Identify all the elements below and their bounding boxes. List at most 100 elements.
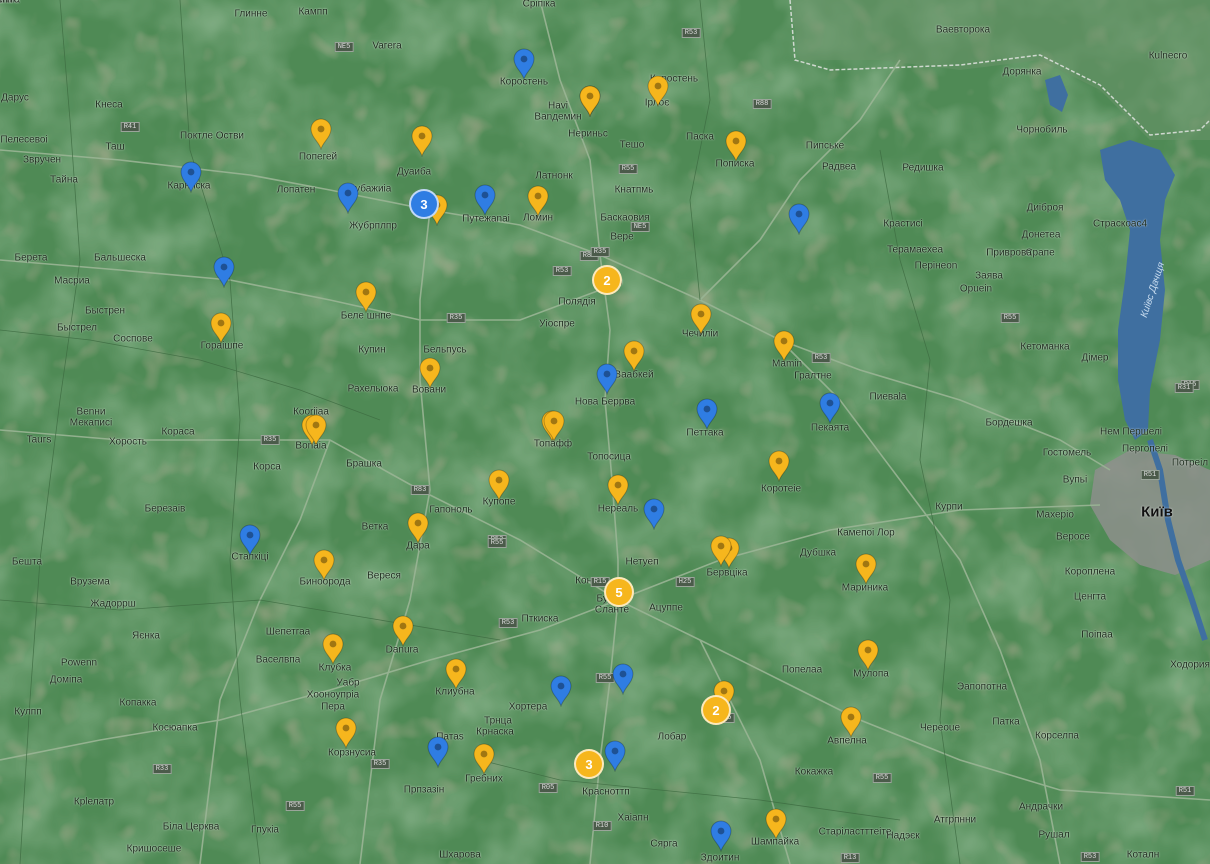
place-label: Таш <box>105 141 125 153</box>
map-marker-yellow[interactable] <box>578 85 602 117</box>
map-marker-yellow[interactable] <box>406 512 430 544</box>
marker-cluster[interactable]: 3 <box>574 749 604 779</box>
map-marker-blue[interactable] <box>642 498 666 530</box>
place-label: Дімер <box>1081 352 1109 364</box>
place-label: Нетуеп <box>625 556 659 568</box>
place-label: Курпи <box>935 501 963 513</box>
road-shield: NE5 <box>630 222 650 232</box>
map-marker-yellow[interactable] <box>334 717 358 749</box>
map-marker-blue[interactable] <box>238 524 262 556</box>
map-marker-yellow[interactable] <box>487 469 511 501</box>
place-label: Атгрпнни <box>933 814 977 826</box>
map-marker-yellow[interactable] <box>472 743 496 775</box>
place-label: Редишка <box>902 162 944 174</box>
road-shield: R55 <box>285 801 305 811</box>
map-marker-blue[interactable] <box>709 820 733 852</box>
road-shield: R53 <box>1080 852 1100 862</box>
road-shield: R53 <box>681 28 701 38</box>
map-marker-blue[interactable] <box>512 48 536 80</box>
map-marker-blue[interactable] <box>787 203 811 235</box>
place-label: Кulnecro <box>1148 50 1188 62</box>
marker-cluster[interactable]: 2 <box>701 695 731 725</box>
place-label: Паска <box>686 131 714 143</box>
place-label: Орuеіn <box>959 283 993 295</box>
map-marker-blue[interactable] <box>611 663 635 695</box>
place-label: Ветка <box>361 521 389 533</box>
map-marker-blue[interactable] <box>179 161 203 193</box>
map-marker-blue[interactable] <box>336 182 360 214</box>
road-shield: R51 <box>1140 470 1160 480</box>
place-label: Крнаска <box>476 726 514 738</box>
map-marker-blue[interactable] <box>212 256 236 288</box>
place-label: Дуаиба <box>396 166 432 178</box>
place-label: Косюапка <box>152 722 198 734</box>
place-label: Заява <box>975 270 1003 282</box>
place-label: Череоuе <box>919 722 961 734</box>
place-label: Бервціка <box>706 567 748 579</box>
road-shield: R35 <box>590 247 610 257</box>
place-label: Камепоі Лор <box>837 527 895 539</box>
place-label: Лопатен <box>276 184 316 196</box>
place-label: Брашка <box>346 458 382 470</box>
map-marker-yellow[interactable] <box>391 615 415 647</box>
map-marker-blue[interactable] <box>473 184 497 216</box>
marker-cluster[interactable]: 5 <box>604 577 634 607</box>
map-marker-yellow[interactable] <box>304 414 328 446</box>
map-marker-yellow[interactable] <box>772 330 796 362</box>
place-label: Бальшеска <box>94 252 146 264</box>
place-label: Топосица <box>587 451 631 463</box>
map-marker-yellow[interactable] <box>606 474 630 506</box>
map-marker-blue[interactable] <box>695 398 719 430</box>
map-marker-yellow[interactable] <box>526 185 550 217</box>
place-label: Вереся <box>367 570 401 582</box>
map-marker-yellow[interactable] <box>854 553 878 585</box>
place-label: Powenn <box>60 657 98 669</box>
place-label: Пекаята <box>810 422 850 434</box>
place-label: Гпукіа <box>251 824 279 836</box>
map-marker-yellow[interactable] <box>646 75 670 107</box>
map-marker-yellow[interactable] <box>418 357 442 389</box>
marker-cluster[interactable]: 3 <box>409 189 439 219</box>
map-marker-yellow[interactable] <box>542 410 566 442</box>
map-marker-yellow[interactable] <box>622 340 646 372</box>
place-label: Кокажка <box>794 766 834 778</box>
map-marker-yellow[interactable] <box>767 450 791 482</box>
map-marker-yellow[interactable] <box>709 535 733 567</box>
map-marker-yellow[interactable] <box>856 639 880 671</box>
map-marker-yellow[interactable] <box>410 125 434 157</box>
map-marker-yellow[interactable] <box>689 303 713 335</box>
map-marker-yellow[interactable] <box>309 118 333 150</box>
map-marker-yellow[interactable] <box>764 808 788 840</box>
map-marker-yellow[interactable] <box>354 281 378 313</box>
map-marker-blue[interactable] <box>818 392 842 424</box>
map-marker-yellow[interactable] <box>839 706 863 738</box>
place-label: Красноттп <box>582 786 630 798</box>
place-label: Кулпп <box>14 706 42 718</box>
map-canvas[interactable]: Глинне Кампп Vaгеra Сріпіка Ваевторока Кulnec… <box>0 0 1210 864</box>
place-label: Ходория <box>1170 659 1210 671</box>
map-marker-blue[interactable] <box>595 363 619 395</box>
place-label: Корса <box>253 461 281 473</box>
map-marker-yellow[interactable] <box>444 658 468 690</box>
place-label: Диіброя <box>1026 202 1064 214</box>
place-label: Гапоноль <box>429 504 473 516</box>
marker-cluster[interactable]: 2 <box>592 265 622 295</box>
road-shield: R55 <box>1000 313 1020 323</box>
place-label: Корселпа <box>1035 730 1079 742</box>
map-marker-yellow[interactable] <box>724 130 748 162</box>
map-marker-yellow[interactable] <box>312 549 336 581</box>
place-label: Кораса <box>161 426 195 438</box>
map-marker-yellow[interactable] <box>321 633 345 665</box>
place-label: Хортера <box>508 701 548 713</box>
place-label: Сосповe <box>113 333 153 345</box>
place-label: Веnни <box>76 406 106 418</box>
map-marker-yellow[interactable] <box>209 312 233 344</box>
place-label: Купин <box>358 344 386 356</box>
place-label: Мекаписі <box>69 417 113 429</box>
city-label-kyiv: Київ <box>1141 503 1173 521</box>
road-shield: R35 <box>446 313 466 323</box>
map-marker-blue[interactable] <box>549 675 573 707</box>
map-marker-blue[interactable] <box>426 736 450 768</box>
place-label: Крастисі <box>883 218 923 230</box>
map-marker-blue[interactable] <box>603 740 627 772</box>
